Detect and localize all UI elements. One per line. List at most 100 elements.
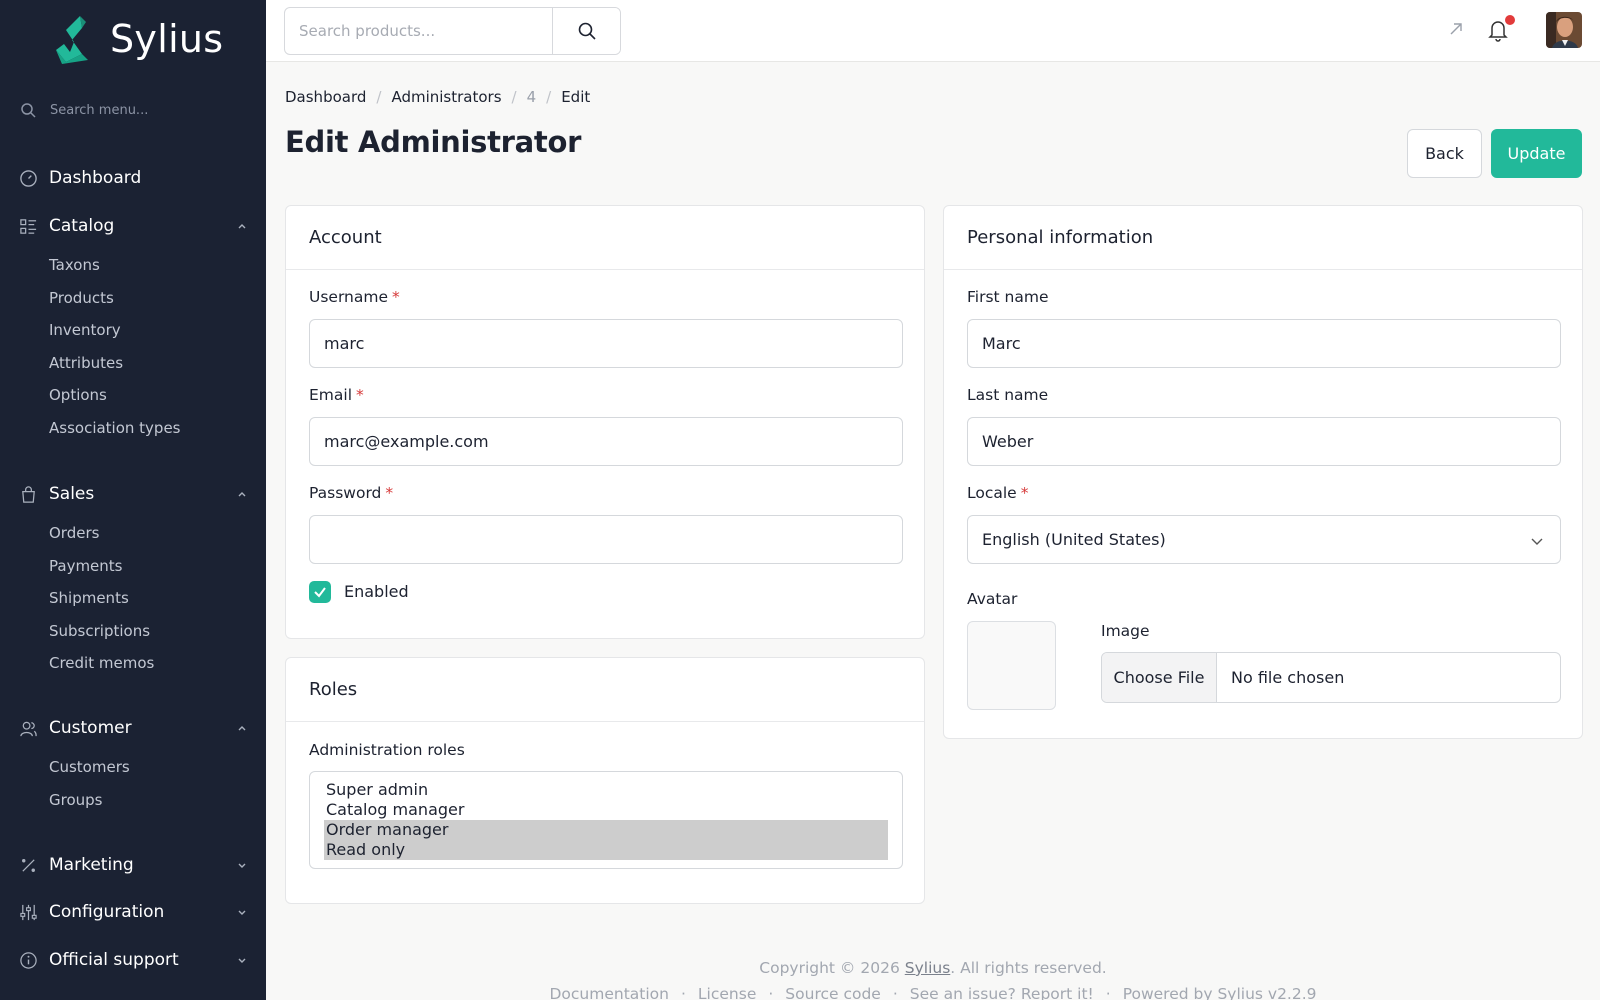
breadcrumb-separator: / (511, 88, 517, 106)
enabled-label[interactable]: Enabled (344, 582, 409, 601)
footer-copyright: Copyright © 2026 Sylius. All rights rese… (266, 959, 1600, 977)
brand-logo[interactable]: Sylius (52, 14, 223, 64)
nav-catalog-group: Catalog Taxons Products Inventory Attrib… (0, 211, 266, 445)
nav-dashboard-group: Dashboard (0, 163, 266, 193)
customer-submenu: Customers Groups (0, 751, 266, 816)
sidebar-item-configuration[interactable]: Configuration (0, 897, 266, 927)
sidebar-item-label: Dashboard (49, 168, 142, 188)
password-field[interactable] (309, 515, 903, 564)
sidebar-item-dashboard[interactable]: Dashboard (0, 163, 266, 193)
users-icon (18, 718, 38, 738)
nav-marketing-group: Marketing (0, 850, 266, 880)
sidebar-item-options[interactable]: Options (0, 379, 266, 412)
chevron-down-icon (238, 910, 246, 915)
catalog-submenu: Taxons Products Inventory Attributes Opt… (0, 249, 266, 445)
sidebar-item-payments[interactable]: Payments (0, 550, 266, 583)
product-search-input[interactable] (285, 8, 552, 54)
sidebar-item-attributes[interactable]: Attributes (0, 347, 266, 380)
top-bar (266, 0, 1600, 62)
first-name-field[interactable] (967, 319, 1561, 368)
avatar-preview (967, 621, 1056, 710)
sidebar-item-groups[interactable]: Groups (0, 784, 266, 817)
footer-link-source-code[interactable]: Source code (785, 985, 881, 1000)
chevron-down-icon (1531, 538, 1543, 545)
password-label-text: Password (309, 484, 382, 502)
sidebar: Sylius Search menu... Dashboard Catalog … (0, 0, 266, 1000)
personal-information-title: Personal information (944, 206, 1582, 270)
sylius-link[interactable]: Sylius (905, 959, 951, 977)
product-search (284, 7, 621, 55)
sidebar-item-inventory[interactable]: Inventory (0, 314, 266, 347)
check-icon (314, 587, 326, 598)
username-field[interactable] (309, 319, 903, 368)
footer-link-report-issue[interactable]: See an issue? Report it! (910, 985, 1094, 1000)
nav-support-group: Official support (0, 945, 266, 975)
sidebar-item-taxons[interactable]: Taxons (0, 249, 266, 282)
sidebar-item-marketing[interactable]: Marketing (0, 850, 266, 880)
percent-icon (18, 855, 38, 875)
sidebar-item-label: Sales (49, 484, 95, 504)
sidebar-item-label: Catalog (49, 216, 115, 236)
sidebar-item-sales[interactable]: Sales (0, 479, 266, 509)
sliders-icon (18, 902, 38, 922)
required-mark: * (356, 386, 364, 404)
breadcrumb-dashboard[interactable]: Dashboard (285, 88, 366, 106)
sidebar-item-subscriptions[interactable]: Subscriptions (0, 615, 266, 648)
footer-link-powered-by[interactable]: Powered by Sylius v2.2.9 (1123, 985, 1317, 1000)
email-label: Email * (309, 386, 364, 404)
info-icon (18, 950, 38, 970)
last-name-label: Last name (967, 386, 1049, 404)
role-option-super-admin[interactable]: Super admin (324, 780, 888, 800)
roles-card: Roles Administration roles Super admin C… (285, 657, 925, 904)
sidebar-item-orders[interactable]: Orders (0, 517, 266, 550)
role-option-read-only[interactable]: Read only (324, 840, 888, 860)
external-link-icon[interactable] (1448, 21, 1464, 37)
chevron-up-icon (238, 224, 246, 229)
brand-name: Sylius (110, 17, 224, 61)
username-label: Username * (309, 288, 400, 306)
sidebar-item-official-support[interactable]: Official support (0, 945, 266, 975)
back-button[interactable]: Back (1407, 129, 1482, 178)
shopping-bag-icon (18, 484, 38, 504)
administration-roles-select[interactable]: Super admin Catalog manager Order manage… (309, 771, 903, 869)
role-option-catalog-manager[interactable]: Catalog manager (324, 800, 888, 820)
chevron-up-icon (238, 492, 246, 497)
update-button[interactable]: Update (1491, 129, 1582, 178)
enabled-checkbox[interactable] (309, 581, 331, 603)
locale-label: Locale * (967, 484, 1028, 502)
sidebar-item-label: Marketing (49, 855, 134, 875)
catalog-icon (18, 216, 38, 236)
sidebar-search-placeholder: Search menu... (50, 102, 149, 118)
administration-roles-label: Administration roles (309, 741, 465, 759)
sidebar-item-catalog[interactable]: Catalog (0, 211, 266, 241)
sidebar-item-association-types[interactable]: Association types (0, 412, 266, 445)
choose-file-button[interactable]: Choose File (1102, 653, 1217, 702)
chevron-up-icon (238, 726, 246, 731)
nav-sales-group: Sales Orders Payments Shipments Subscrip… (0, 479, 266, 680)
breadcrumb-administrators[interactable]: Administrators (391, 88, 501, 106)
sidebar-item-shipments[interactable]: Shipments (0, 582, 266, 615)
user-avatar[interactable] (1546, 12, 1582, 48)
required-mark: * (385, 484, 394, 502)
sidebar-search[interactable]: Search menu... (20, 102, 148, 118)
locale-label-text: Locale (967, 484, 1017, 502)
sidebar-item-credit-memos[interactable]: Credit memos (0, 647, 266, 680)
role-option-order-manager[interactable]: Order manager (324, 820, 888, 840)
search-icon (21, 103, 36, 118)
sylius-logo-icon (56, 16, 88, 64)
sidebar-item-customer[interactable]: Customer (0, 713, 266, 743)
email-field[interactable] (309, 417, 903, 466)
locale-select[interactable]: English (United States) (967, 515, 1561, 564)
sidebar-item-customers[interactable]: Customers (0, 751, 266, 784)
search-button[interactable] (552, 8, 620, 54)
footer-link-license[interactable]: License (698, 985, 756, 1000)
breadcrumb: Dashboard / Administrators / 4 / Edit (285, 88, 590, 106)
last-name-field[interactable] (967, 417, 1561, 466)
image-file-input[interactable]: Choose File No file chosen (1101, 652, 1561, 703)
page-title: Edit Administrator (285, 125, 582, 159)
gauge-icon (18, 168, 38, 188)
footer-link-documentation[interactable]: Documentation (549, 985, 669, 1000)
sidebar-item-products[interactable]: Products (0, 282, 266, 315)
roles-card-title: Roles (286, 658, 924, 722)
required-mark: * (392, 288, 400, 306)
